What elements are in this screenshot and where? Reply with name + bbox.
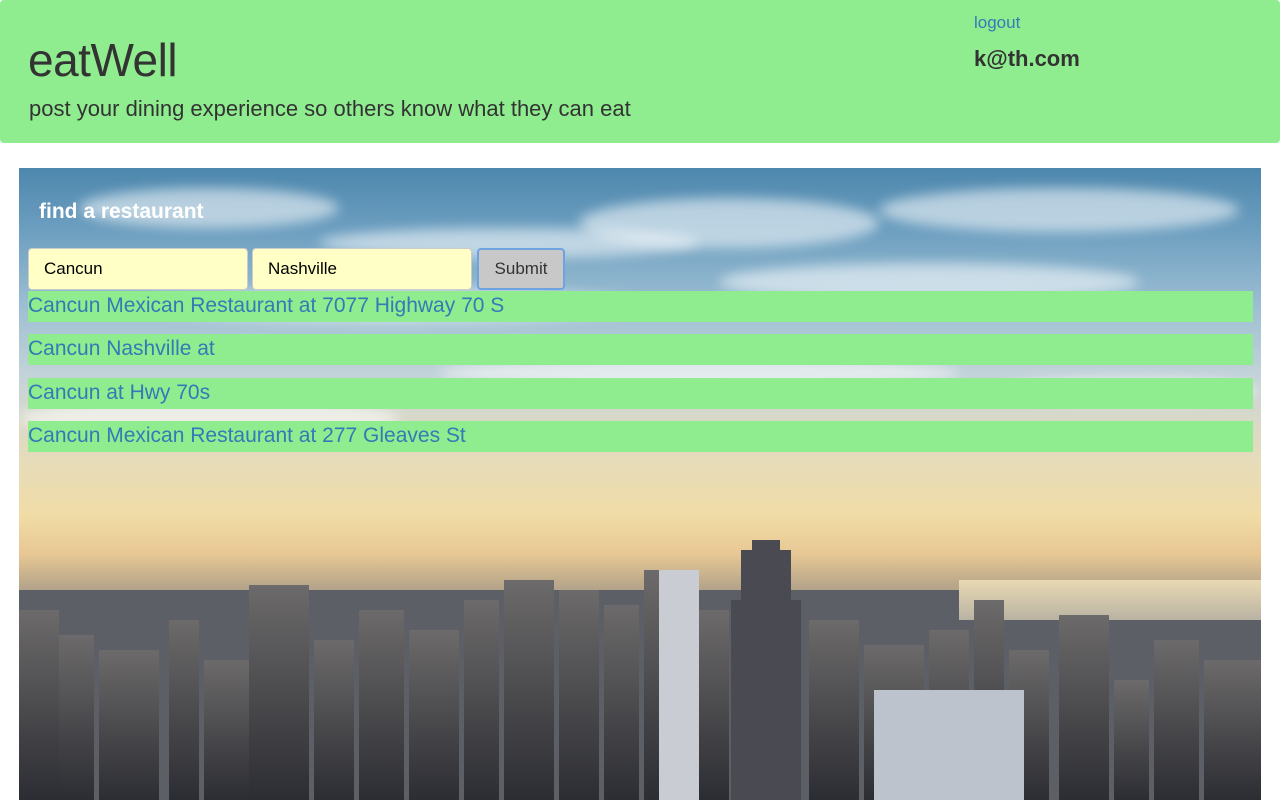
logout-link[interactable]: logout bbox=[974, 13, 1020, 33]
skyline-silhouette bbox=[19, 540, 1261, 800]
site-header: eatWell post your dining experience so o… bbox=[0, 0, 1280, 143]
result-item: Cancun Nashville at bbox=[28, 334, 1253, 365]
restaurant-name-input[interactable] bbox=[28, 248, 248, 290]
city-input[interactable] bbox=[252, 248, 472, 290]
result-link[interactable]: Cancun at Hwy 70s bbox=[28, 378, 1253, 408]
app-title: eatWell bbox=[28, 34, 178, 86]
result-link[interactable]: Cancun Nashville at bbox=[28, 334, 1253, 364]
result-item: Cancun Mexican Restaurant at 277 Gleaves… bbox=[28, 421, 1253, 452]
find-restaurant-heading: find a restaurant bbox=[39, 200, 204, 223]
result-item: Cancun at Hwy 70s bbox=[28, 378, 1253, 409]
submit-button[interactable]: Submit bbox=[477, 248, 565, 290]
result-link[interactable]: Cancun Mexican Restaurant at 7077 Highwa… bbox=[28, 291, 1253, 321]
user-email: k@th.com bbox=[974, 46, 1080, 71]
result-item: Cancun Mexican Restaurant at 7077 Highwa… bbox=[28, 291, 1253, 322]
result-link[interactable]: Cancun Mexican Restaurant at 277 Gleaves… bbox=[28, 421, 1253, 451]
app-tagline: post your dining experience so others kn… bbox=[29, 96, 631, 121]
